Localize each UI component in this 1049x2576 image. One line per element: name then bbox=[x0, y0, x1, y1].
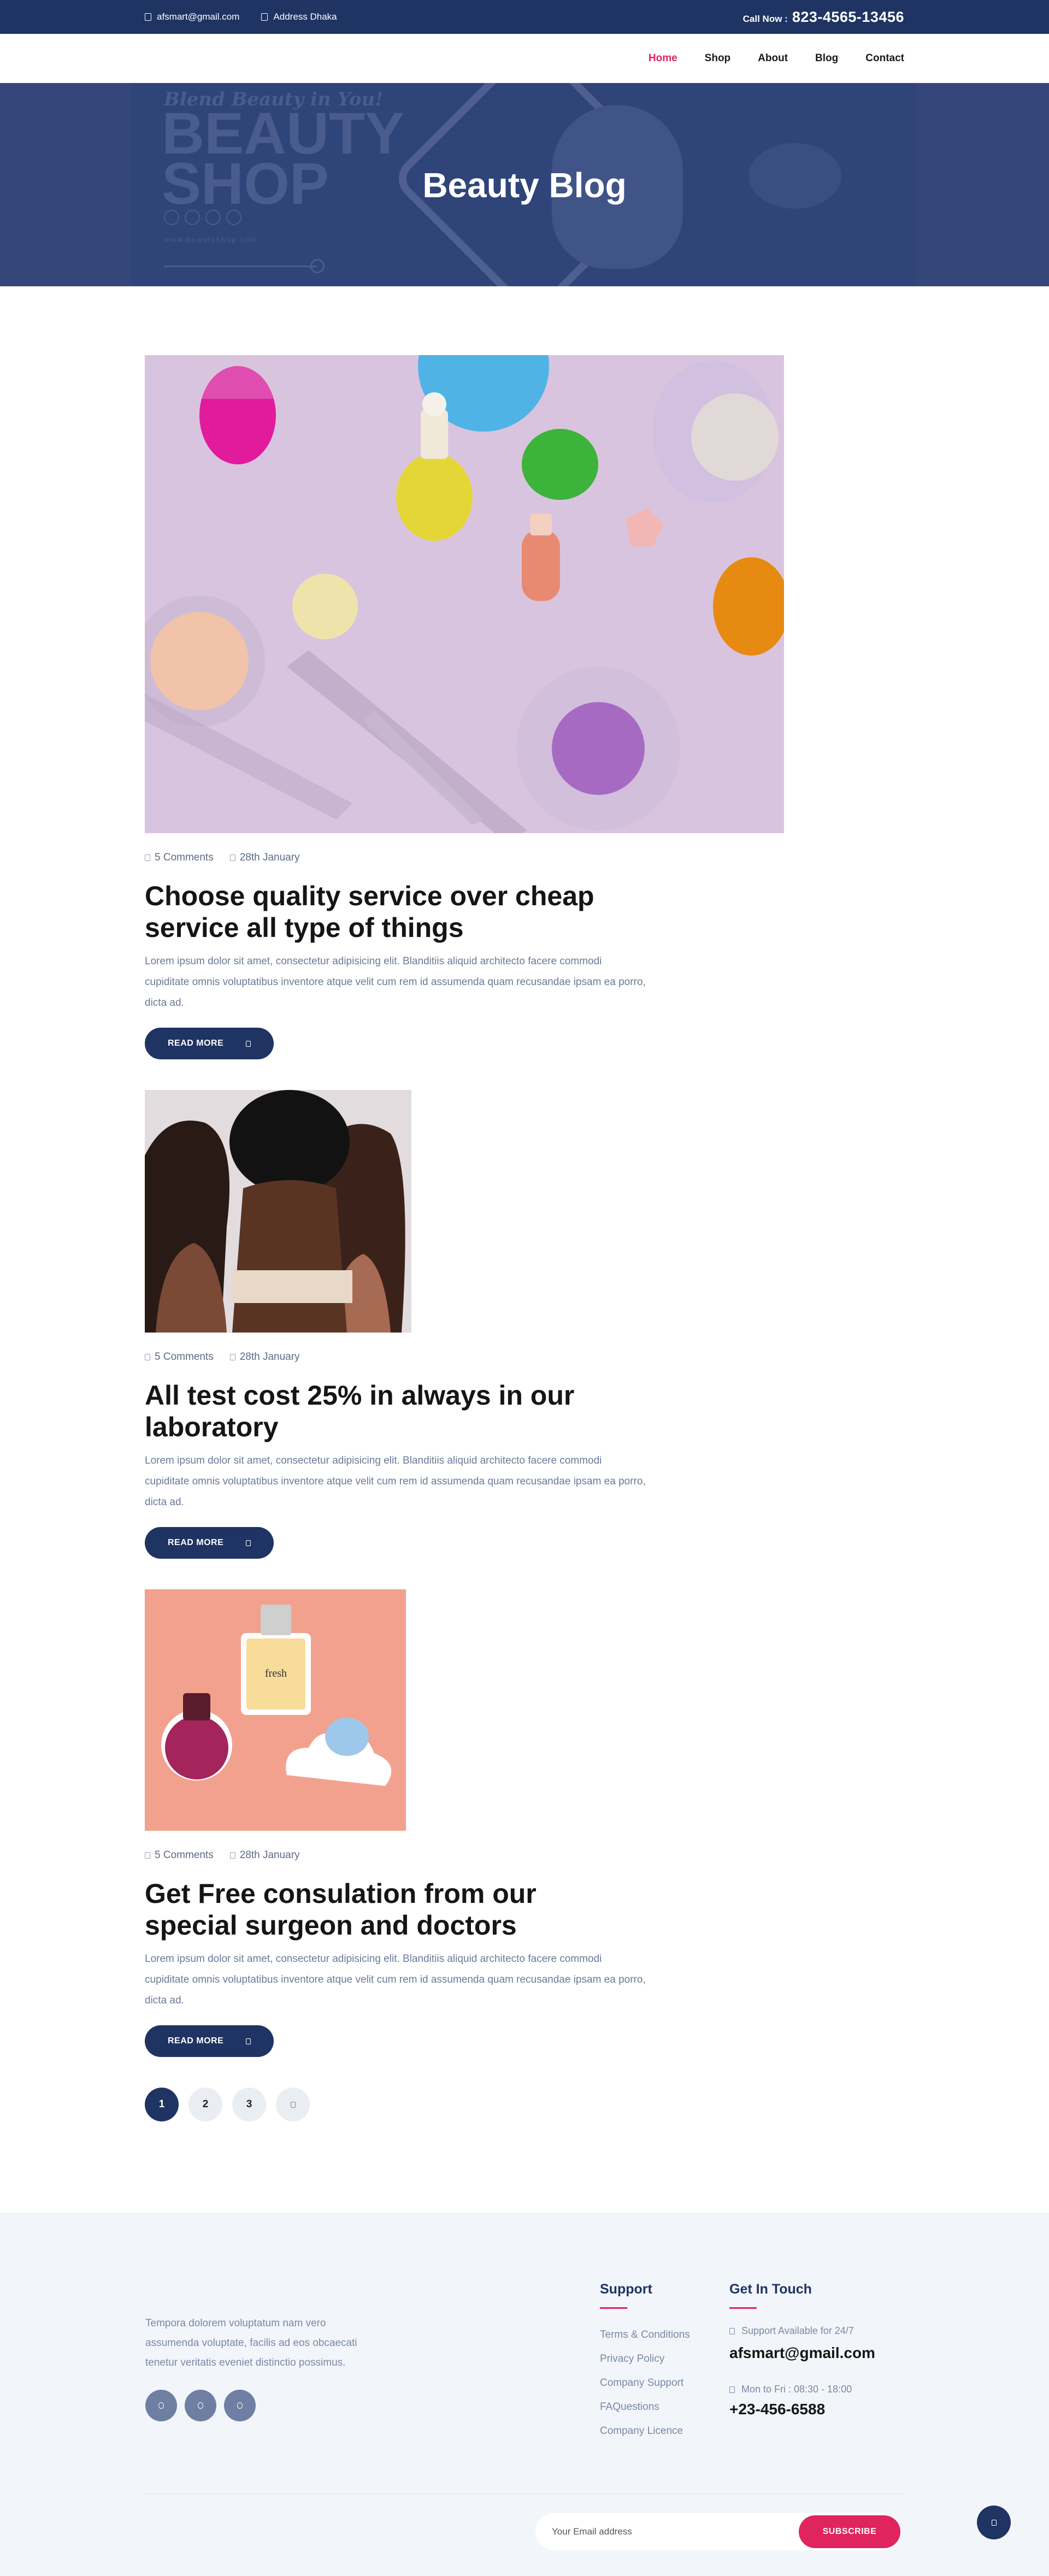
page-title: Beauty Blog bbox=[422, 166, 627, 205]
twitter-button[interactable] bbox=[185, 2390, 216, 2421]
topbar-call[interactable]: Call Now : 823-4565-13456 bbox=[743, 9, 904, 26]
arrow-right-icon bbox=[246, 2038, 251, 2044]
site-footer: Tempora dolorem voluptatum nam vero assu… bbox=[0, 2213, 1049, 2576]
blog-list: 5 Comments 28th January Choose quality s… bbox=[145, 286, 904, 2121]
nav-contact[interactable]: Contact bbox=[865, 52, 904, 64]
page-banner: Blend Beauty in You! BEAUTY SHOP www.bea… bbox=[0, 83, 1049, 286]
footer-support: Support Terms & Conditions Privacy Polic… bbox=[600, 2282, 690, 2443]
subscribe-email-input[interactable] bbox=[552, 2513, 770, 2550]
page-1-button[interactable]: 1 bbox=[145, 2088, 179, 2121]
page-2-button[interactable]: 2 bbox=[188, 2088, 222, 2121]
post-title[interactable]: Get Free consulation from our special su… bbox=[145, 1878, 637, 1941]
post-meta: 5 Comments 28th January bbox=[145, 1849, 904, 1861]
post-date: 28th January bbox=[229, 1351, 300, 1363]
twitter-icon bbox=[198, 2402, 203, 2409]
nav-shop[interactable]: Shop bbox=[705, 52, 731, 64]
subscribe-button[interactable]: SUBSCRIBE bbox=[799, 2515, 900, 2548]
post-meta: 5 Comments 28th January bbox=[145, 1351, 904, 1363]
comment-icon bbox=[145, 1354, 150, 1360]
post-title[interactable]: Choose quality service over cheap servic… bbox=[145, 880, 637, 944]
instagram-button[interactable] bbox=[224, 2390, 256, 2421]
contact-heading: Get In Touch bbox=[729, 2282, 812, 2297]
arrow-up-icon bbox=[991, 2519, 997, 2526]
post-image-women-hair[interactable] bbox=[145, 1090, 411, 1333]
post-comments[interactable]: 5 Comments bbox=[145, 852, 214, 864]
topbar-address: Address Dhaka bbox=[261, 11, 337, 22]
calendar-icon bbox=[229, 1852, 235, 1859]
post-image-cosmetics[interactable] bbox=[145, 355, 784, 833]
post-meta: 5 Comments 28th January bbox=[145, 852, 904, 864]
topbar-email[interactable]: afsmart@gmail.com bbox=[145, 11, 239, 22]
post-comments[interactable]: 5 Comments bbox=[145, 1849, 214, 1861]
footer-link-faq[interactable]: FAQuestions bbox=[600, 2395, 690, 2419]
post-date: 28th January bbox=[229, 1849, 300, 1861]
read-more-button[interactable]: READ MORE bbox=[145, 2025, 274, 2057]
support-heading: Support bbox=[600, 2282, 652, 2297]
clock-icon bbox=[729, 2386, 735, 2393]
footer-contact: Get In Touch Support Available for 24/7 … bbox=[729, 2282, 875, 2418]
calendar-icon bbox=[229, 1354, 235, 1360]
top-bar: afsmart@gmail.com Address Dhaka Call Now… bbox=[0, 0, 1049, 34]
chevron-right-icon bbox=[290, 2101, 296, 2108]
blog-post: 5 Comments 28th January Choose quality s… bbox=[145, 355, 904, 1059]
scroll-to-top-button[interactable] bbox=[977, 2506, 1011, 2539]
arrow-right-icon bbox=[246, 1540, 251, 1546]
post-excerpt: Lorem ipsum dolor sit amet, consectetur … bbox=[145, 956, 646, 1009]
blog-post: 5 Comments 28th January All test cost 25… bbox=[145, 1090, 904, 1559]
read-more-button[interactable]: READ MORE bbox=[145, 1028, 274, 1059]
post-excerpt: Lorem ipsum dolor sit amet, consectetur … bbox=[145, 1953, 646, 2006]
svg-text:fresh: fresh bbox=[265, 1667, 287, 1679]
footer-phone[interactable]: +23-456-6588 bbox=[729, 2401, 875, 2418]
read-more-button[interactable]: READ MORE bbox=[145, 1527, 274, 1559]
post-title[interactable]: All test cost 25% in always in our labor… bbox=[145, 1380, 637, 1443]
page-3-button[interactable]: 3 bbox=[232, 2088, 266, 2121]
blog-post: fresh 5 Comments 28th January Get Free c… bbox=[145, 1589, 904, 2057]
post-comments[interactable]: 5 Comments bbox=[145, 1351, 214, 1363]
post-image-perfumes[interactable]: fresh bbox=[145, 1589, 406, 1831]
footer-about: Tempora dolorem voluptatum nam vero assu… bbox=[145, 2318, 357, 2368]
facebook-button[interactable] bbox=[145, 2390, 177, 2421]
arrow-right-icon bbox=[246, 1040, 251, 1047]
next-page-button[interactable] bbox=[276, 2088, 310, 2121]
footer-socials bbox=[145, 2390, 256, 2421]
main-nav: Home Shop About Blog Contact bbox=[0, 34, 1049, 83]
location-icon bbox=[261, 13, 268, 21]
pagination: 1 2 3 bbox=[145, 2088, 904, 2121]
footer-link-privacy[interactable]: Privacy Policy bbox=[600, 2347, 690, 2371]
comment-icon bbox=[145, 1852, 150, 1859]
mail-icon bbox=[145, 13, 151, 21]
footer-link-licence[interactable]: Company Licence bbox=[600, 2419, 690, 2443]
nav-home[interactable]: Home bbox=[649, 52, 677, 64]
headset-icon bbox=[729, 2327, 735, 2335]
nav-about[interactable]: About bbox=[758, 52, 788, 64]
facebook-icon bbox=[158, 2402, 164, 2409]
comment-icon bbox=[145, 854, 150, 861]
subscribe-form: SUBSCRIBE bbox=[535, 2513, 900, 2550]
instagram-icon bbox=[237, 2402, 243, 2409]
post-excerpt: Lorem ipsum dolor sit amet, consectetur … bbox=[145, 1455, 646, 1508]
footer-link-terms[interactable]: Terms & Conditions bbox=[600, 2323, 690, 2347]
footer-email[interactable]: afsmart@gmail.com bbox=[729, 2344, 875, 2362]
nav-blog[interactable]: Blog bbox=[815, 52, 838, 64]
post-date: 28th January bbox=[229, 852, 300, 864]
calendar-icon bbox=[229, 854, 235, 861]
footer-link-company-support[interactable]: Company Support bbox=[600, 2371, 690, 2395]
